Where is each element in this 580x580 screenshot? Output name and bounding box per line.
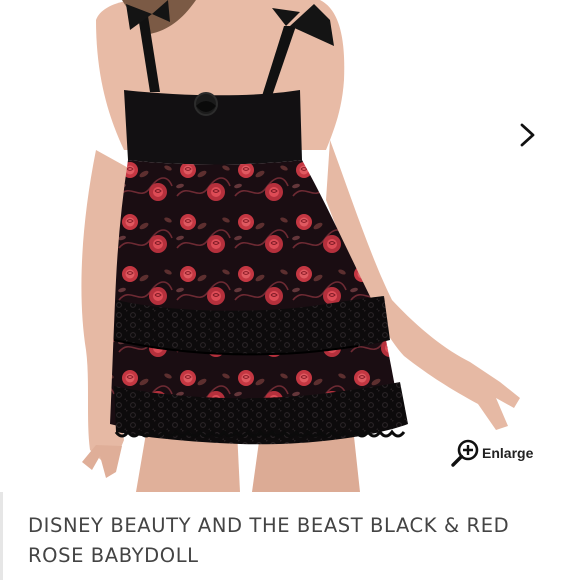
product-image[interactable]: Enlarge <box>0 0 580 492</box>
next-image-button[interactable] <box>512 118 544 152</box>
babydoll-photo <box>81 0 520 492</box>
listing-title: DISNEY BEAUTY AND THE BEAST BLACK & RED … <box>28 514 510 567</box>
enlarge-button[interactable]: Enlarge <box>450 436 533 470</box>
enlarge-label: Enlarge <box>482 445 534 461</box>
chevron-right-icon <box>520 123 535 147</box>
zoom-in-icon <box>451 439 479 467</box>
